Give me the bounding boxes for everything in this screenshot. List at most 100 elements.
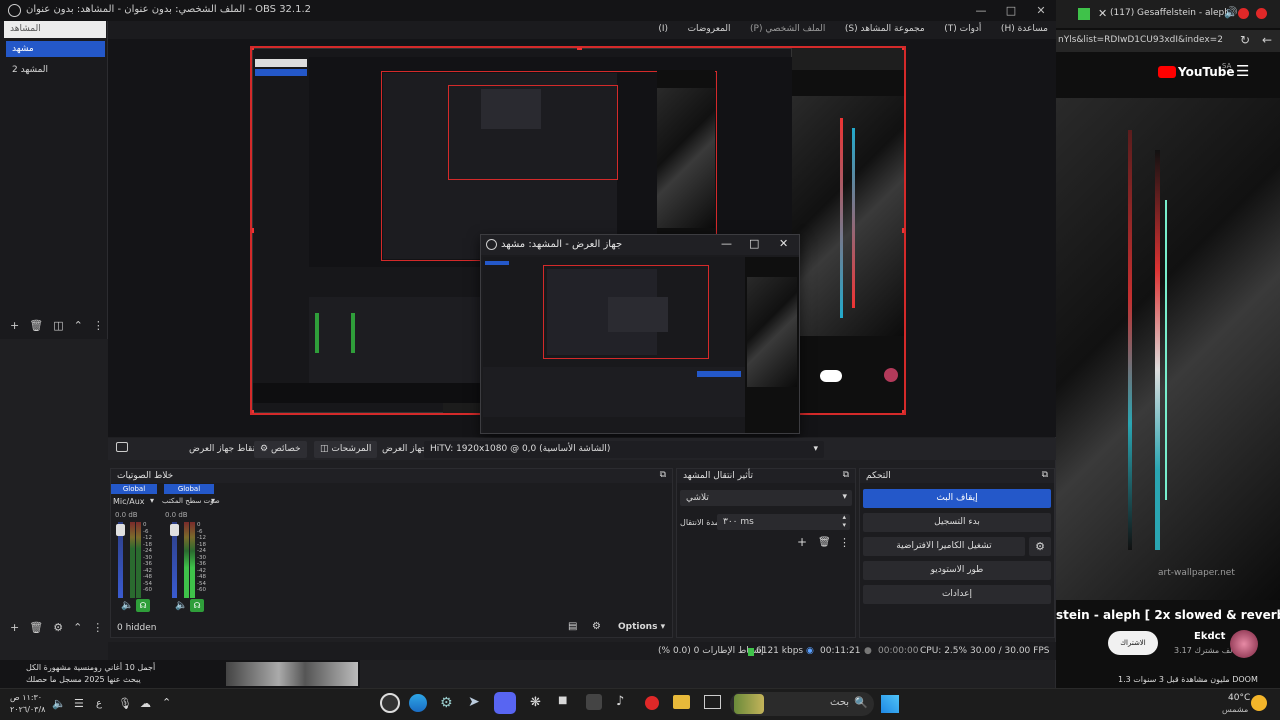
back-icon[interactable]: ← xyxy=(1262,33,1272,47)
sun-icon[interactable] xyxy=(1251,695,1267,711)
start-recording-button[interactable]: بدء التسجيل xyxy=(863,513,1051,532)
tab-close-icon[interactable]: ✕ xyxy=(1098,7,1107,20)
menu-tools[interactable]: أدوات (T) xyxy=(936,21,989,34)
volume-icon[interactable]: 🔈 xyxy=(52,697,66,710)
remove-transition-icon[interactable]: 🗑 xyxy=(818,537,831,548)
obs-logo-icon xyxy=(8,4,21,17)
menu-profile[interactable]: الملف الشخصي (P) xyxy=(742,21,833,34)
properties-button[interactable]: ⚙ خصائص xyxy=(254,441,307,458)
weather-temp[interactable]: 40°C xyxy=(1228,693,1250,703)
tool-icon[interactable]: ■ xyxy=(558,695,567,706)
channel-1-mute-icon[interactable]: 🔈 xyxy=(121,600,133,611)
scene-filters-icon[interactable]: ◫ xyxy=(53,319,63,332)
remove-scene-icon[interactable]: 🗑 xyxy=(29,319,43,332)
scene-item-1[interactable]: مشهد xyxy=(6,41,105,57)
language-icon[interactable]: ع xyxy=(96,698,102,709)
tab-title[interactable]: (117) Gesaffelstein - aleph | 2 xyxy=(1110,8,1230,18)
channel-2-monitor-icon[interactable]: ☊ xyxy=(190,599,204,612)
channel-2-badge: Global xyxy=(164,484,214,494)
weather-desc[interactable]: مشمس xyxy=(1222,705,1248,714)
steam-icon[interactable]: ➤ xyxy=(468,694,480,710)
close-button[interactable]: ✕ xyxy=(1026,0,1056,21)
transition-select[interactable]: تلاشي ▾ xyxy=(680,490,852,506)
projector-minimize-button[interactable]: — xyxy=(721,237,732,250)
channel-1-slider-handle[interactable] xyxy=(116,524,125,536)
scene-item-2[interactable]: المشهد 2 xyxy=(6,62,105,78)
projector-close-button[interactable]: ✕ xyxy=(779,237,788,250)
monitor-select-value: HiTV: 1920x1080 @ 0,0 (الشاشة الأساسية) xyxy=(430,444,611,454)
taskbar-date[interactable]: ٢٠٢٦/٠٣/٨ xyxy=(10,705,45,714)
filters-button[interactable]: ◫ المرشحات xyxy=(314,441,378,458)
dock-float-icon[interactable]: ⧉ xyxy=(660,470,666,480)
subscribe-button[interactable]: الاشتراك xyxy=(1108,631,1158,655)
video-player[interactable] xyxy=(1056,98,1280,600)
youtube-region: SA xyxy=(1222,62,1232,70)
hamburger-menu-icon[interactable]: ☰ xyxy=(1236,62,1249,80)
add-scene-icon[interactable]: + xyxy=(10,319,19,332)
tab-audio-icon[interactable]: 🔊 xyxy=(1224,6,1238,19)
menu-view[interactable]: المعروضات xyxy=(680,21,739,34)
chatgpt-icon[interactable]: ❋ xyxy=(530,695,541,710)
obs-taskbar-icon[interactable] xyxy=(380,693,400,713)
spinner-icon[interactable]: ▴ ▾ xyxy=(842,513,846,529)
maximize-button[interactable]: □ xyxy=(996,0,1026,21)
source-more-icon[interactable]: ⋮ xyxy=(92,621,103,634)
dock-float-icon[interactable]: ⧉ xyxy=(843,470,849,480)
minimize-button[interactable]: — xyxy=(966,0,996,21)
options-button[interactable]: Options ▾ xyxy=(618,622,665,632)
channel-avatar[interactable] xyxy=(1230,630,1258,658)
add-source-icon[interactable]: + xyxy=(10,621,19,634)
dock-float-icon[interactable]: ⧉ xyxy=(1042,470,1048,480)
channel-1-meter-r xyxy=(136,522,141,598)
channel-name[interactable]: Ekdct xyxy=(1194,631,1225,642)
source-up-icon[interactable]: ⌃ xyxy=(73,621,82,634)
studio-mode-button[interactable]: طور الاستوديو xyxy=(863,561,1051,580)
settings-app-icon[interactable]: ⚙ xyxy=(440,695,453,711)
channel-1-menu-icon[interactable]: ▾ xyxy=(150,496,154,505)
advanced-audio-icon[interactable]: ⚙ xyxy=(592,621,601,632)
menu-help[interactable]: مساعدة (H) xyxy=(993,21,1056,34)
discord-icon[interactable] xyxy=(494,692,516,714)
youtube-record-icon xyxy=(1238,8,1249,19)
virtual-camera-settings-icon[interactable]: ⚙ xyxy=(1029,537,1051,556)
microphone-icon[interactable]: 🎙 xyxy=(118,697,132,710)
address-bar[interactable]: nYls&list=RDIwD1CU93xdI&index=2 ↻ ← xyxy=(1056,30,1280,52)
projector-maximize-button[interactable]: □ xyxy=(749,237,759,250)
taskbar-time[interactable]: ١١:٣٠ ص xyxy=(10,693,42,702)
network-icon[interactable]: ☰ xyxy=(74,697,84,710)
move-up-icon[interactable]: ⌃ xyxy=(74,319,83,332)
monitor-select[interactable]: HiTV: 1920x1080 @ 0,0 (الشاشة الأساسية) ▾ xyxy=(424,441,824,458)
menu-scene-collection[interactable]: مجموعة المشاهد (S) xyxy=(837,21,933,34)
virtual-camera-button[interactable]: تشغيل الكاميرا الافتراضية xyxy=(863,537,1025,556)
projector-window[interactable]: جهاز العرض - المشهد: مشهد — □ ✕ xyxy=(480,234,800,434)
transition-more-icon[interactable]: ⋮ xyxy=(839,536,850,549)
store-icon[interactable] xyxy=(586,694,602,710)
task-view-icon[interactable] xyxy=(704,695,721,709)
edge-icon[interactable] xyxy=(409,694,427,712)
reload-icon[interactable]: ↻ xyxy=(1240,33,1250,47)
channel-2-menu-icon[interactable]: ▾ xyxy=(211,496,215,505)
channel-2-mute-icon[interactable]: 🔈 xyxy=(175,600,187,611)
menu-edit[interactable]: (I) xyxy=(650,21,676,34)
remove-source-icon[interactable]: 🗑 xyxy=(29,621,43,634)
channel-2-slider-handle[interactable] xyxy=(170,524,179,536)
news-thumbnail[interactable] xyxy=(226,662,358,686)
tiktok-icon[interactable]: ♪ xyxy=(616,694,624,709)
news-line-2[interactable]: يبحث عنها 2025 مسجل ما حصلك xyxy=(26,675,141,684)
youtube-app-icon[interactable] xyxy=(645,696,659,710)
news-line-1[interactable]: أجمل 10 أغاني رومنسية مشهورة الكل xyxy=(26,663,155,672)
source-settings-icon[interactable]: ⚙ xyxy=(53,621,63,634)
windows-start-icon[interactable] xyxy=(881,695,899,713)
file-explorer-icon[interactable] xyxy=(673,695,690,709)
browser-tab-bar: ✕ (117) Gesaffelstein - aleph | 2 🔊 xyxy=(1056,0,1280,28)
onedrive-icon[interactable]: ☁ xyxy=(140,697,151,710)
stop-streaming-button[interactable]: إيقاف البث xyxy=(863,489,1051,508)
more-icon[interactable]: ⋮ xyxy=(93,319,104,332)
taskbar-search-box[interactable]: بحث 🔍 xyxy=(730,692,874,716)
duration-input[interactable]: ٣٠٠ ms ▴ ▾ xyxy=(717,513,850,530)
settings-button[interactable]: إعدادات xyxy=(863,585,1051,604)
layout-icon[interactable]: ▤ xyxy=(568,621,577,632)
channel-1-monitor-icon[interactable]: ☊ xyxy=(136,599,150,612)
add-transition-icon[interactable]: + xyxy=(797,535,807,549)
tray-expand-icon[interactable]: ⌃ xyxy=(162,696,171,709)
